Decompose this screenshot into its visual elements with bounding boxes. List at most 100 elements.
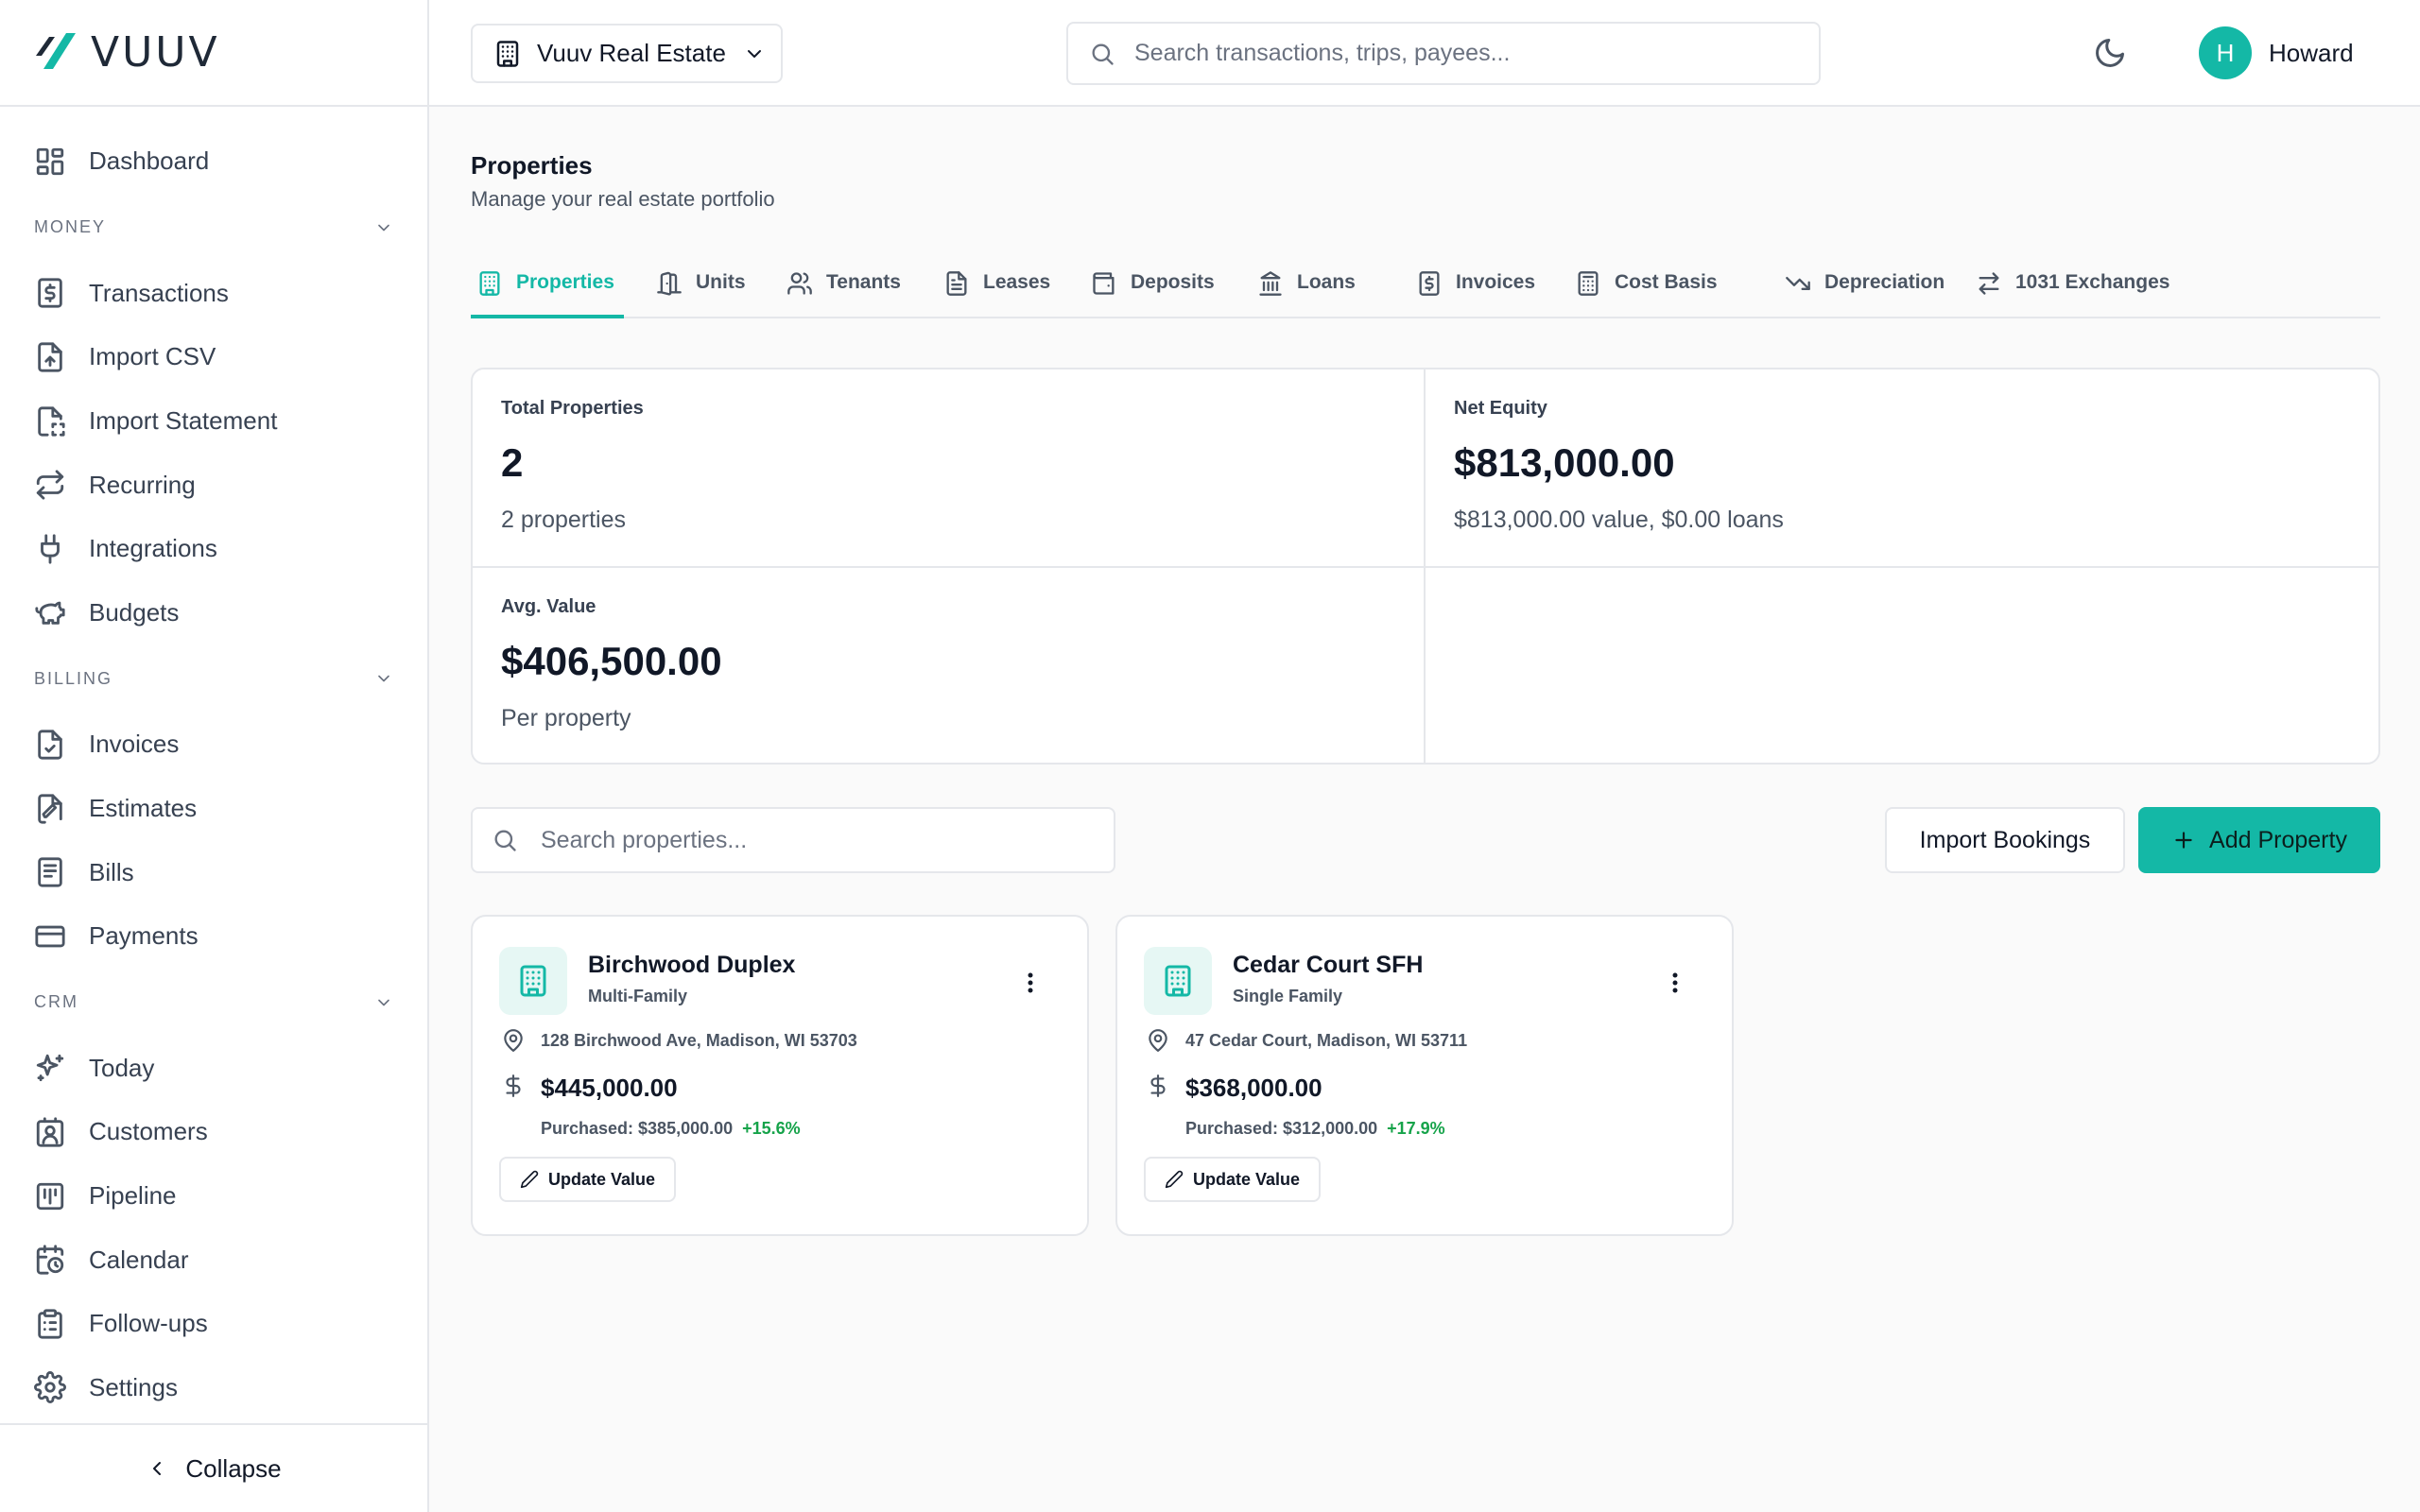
file-upload-icon	[38, 342, 62, 372]
tab-label: 1031 Exchanges	[2015, 271, 2170, 293]
stat-net-equity: Net Equity $813,000.00 $813,000.00 value…	[1426, 369, 2378, 567]
piggy-bank-icon	[35, 602, 65, 626]
stat-subtext: $813,000.00 value, $0.00 loans	[1454, 507, 1784, 533]
brand-name: VUUV	[91, 28, 220, 77]
stats-divider	[471, 566, 2380, 568]
stat-value: 2	[501, 440, 524, 485]
sidebar-item-label: Settings	[89, 1372, 178, 1401]
section-header-money[interactable]: MONEY	[0, 194, 427, 262]
bank-icon	[1259, 271, 1282, 296]
sidebar-item-import-statement[interactable]: Import Statement	[0, 389, 427, 454]
tab-properties[interactable]: Properties	[471, 260, 624, 318]
property-card[interactable]: Birchwood Duplex Multi-Family 128 Birchw…	[471, 915, 1089, 1236]
sidebar-item-follow-ups[interactable]: Follow-ups	[0, 1292, 427, 1356]
sidebar-item-dashboard[interactable]: Dashboard	[0, 129, 427, 194]
collapse-button[interactable]: Collapse	[0, 1423, 427, 1512]
property-card[interactable]: Cedar Court SFH Single Family 47 Cedar C…	[1115, 915, 1734, 1236]
users-icon	[787, 272, 812, 295]
property-name: Birchwood Duplex	[588, 952, 796, 978]
tab-leases[interactable]: Leases	[943, 260, 1050, 318]
sidebar-item-bills[interactable]: Bills	[0, 840, 427, 904]
sidebar-item-payments[interactable]: Payments	[0, 904, 427, 969]
sidebar-item-estimates[interactable]: Estimates	[0, 777, 427, 841]
update-value-button[interactable]: Update Value	[499, 1157, 677, 1202]
property-value: $445,000.00	[541, 1074, 678, 1102]
tab-cost-basis[interactable]: Cost Basis	[1575, 260, 1718, 318]
map-pin-icon	[1149, 1029, 1167, 1052]
tab-invoices[interactable]: Invoices	[1416, 260, 1535, 318]
sidebar-item-label: Dashboard	[89, 146, 210, 176]
receipt-dollar-icon	[1419, 271, 1440, 296]
chevron-down-icon	[378, 224, 389, 231]
property-name: Cedar Court SFH	[1233, 952, 1424, 978]
organization-switcher[interactable]: Vuuv Real Estate	[471, 24, 783, 83]
sidebar-item-pipeline[interactable]: Pipeline	[0, 1164, 427, 1228]
chevron-left-icon	[153, 1462, 162, 1475]
sidebar-item-label: Transactions	[89, 278, 229, 307]
tab-label: Cost Basis	[1615, 271, 1718, 293]
dollar-icon	[506, 1074, 521, 1097]
stat-label: Total Properties	[501, 398, 644, 419]
import-bookings-button[interactable]: Import Bookings	[1885, 807, 2125, 873]
update-value-button[interactable]: Update Value	[1144, 1157, 1322, 1202]
sidebar-nav: Dashboard MONEY Transactions Import CSV …	[0, 107, 427, 1419]
bill-icon	[38, 857, 62, 887]
sidebar-item-label: Today	[89, 1053, 155, 1082]
search-icon	[494, 830, 516, 851]
stat-subtext: 2 properties	[501, 507, 627, 533]
sidebar-item-calendar[interactable]: Calendar	[0, 1228, 427, 1292]
tab-deposits[interactable]: Deposits	[1091, 260, 1215, 318]
property-address: 47 Cedar Court, Madison, WI 53711	[1185, 1031, 1468, 1050]
section-header-crm[interactable]: CRM	[0, 969, 427, 1037]
clipboard-list-icon	[38, 1309, 62, 1339]
sidebar-item-transactions[interactable]: Transactions	[0, 262, 427, 326]
sidebar-item-customers[interactable]: Customers	[0, 1100, 427, 1164]
add-property-label: Add Property	[2209, 826, 2347, 853]
calendar-clock-icon	[36, 1245, 64, 1275]
plug-icon	[41, 534, 60, 564]
tab-depreciation[interactable]: Depreciation	[1785, 260, 1945, 318]
stat-label: Avg. Value	[501, 596, 596, 617]
sidebar-item-integrations[interactable]: Integrations	[0, 517, 427, 581]
sidebar: VUUV Dashboard MONEY Transactions Import…	[0, 0, 429, 1512]
section-title: MONEY	[34, 217, 107, 237]
property-search-input[interactable]: Search properties...	[471, 807, 1115, 873]
building-icon	[1165, 965, 1191, 997]
sidebar-item-recurring[interactable]: Recurring	[0, 453, 427, 517]
organization-name: Vuuv Real Estate	[537, 39, 726, 67]
sidebar-item-budgets[interactable]: Budgets	[0, 581, 427, 645]
sidebar-item-settings[interactable]: Settings	[0, 1356, 427, 1420]
user-menu[interactable]: H Howard	[2199, 26, 2354, 79]
credit-card-icon	[35, 925, 65, 948]
sidebar-item-invoices[interactable]: Invoices	[0, 713, 427, 777]
sidebar-item-today[interactable]: Today	[0, 1037, 427, 1101]
add-property-button[interactable]: Add Property	[2138, 807, 2380, 873]
tab-1031-exchanges[interactable]: 1031 Exchanges	[1976, 260, 2169, 318]
tab-units[interactable]: Units	[656, 260, 746, 318]
tab-label: Deposits	[1131, 271, 1215, 293]
value-change: +15.6%	[742, 1119, 801, 1138]
wallet-icon	[1093, 272, 1115, 295]
tab-bar: Properties Units Tenants Leases Deposits…	[471, 260, 2380, 318]
search-placeholder: Search transactions, trips, payees...	[1134, 40, 1511, 66]
main-content: Properties Manage your real estate portf…	[429, 109, 2420, 1512]
more-vertical-icon[interactable]	[1027, 971, 1034, 994]
tab-label: Properties	[516, 271, 614, 293]
file-text-icon	[946, 271, 967, 296]
more-vertical-icon[interactable]	[1671, 971, 1679, 994]
brand[interactable]: VUUV	[0, 0, 427, 107]
top-header: Vuuv Real Estate Search transactions, tr…	[429, 0, 2420, 107]
tab-loans[interactable]: Loans	[1257, 260, 1356, 318]
section-header-billing[interactable]: BILLING	[0, 644, 427, 713]
pencil-icon	[520, 1170, 539, 1189]
sidebar-item-import-csv[interactable]: Import CSV	[0, 325, 427, 389]
global-search-input[interactable]: Search transactions, trips, payees...	[1066, 22, 1821, 85]
value-change: +17.9%	[1387, 1119, 1445, 1138]
contact-icon	[36, 1117, 64, 1147]
calculator-icon	[1578, 271, 1599, 296]
property-type: Multi-Family	[588, 987, 688, 1005]
sidebar-item-label: Import Statement	[89, 406, 278, 436]
moon-icon[interactable]	[2093, 36, 2127, 70]
property-icon-badge	[499, 947, 567, 1015]
tab-tenants[interactable]: Tenants	[786, 260, 901, 318]
